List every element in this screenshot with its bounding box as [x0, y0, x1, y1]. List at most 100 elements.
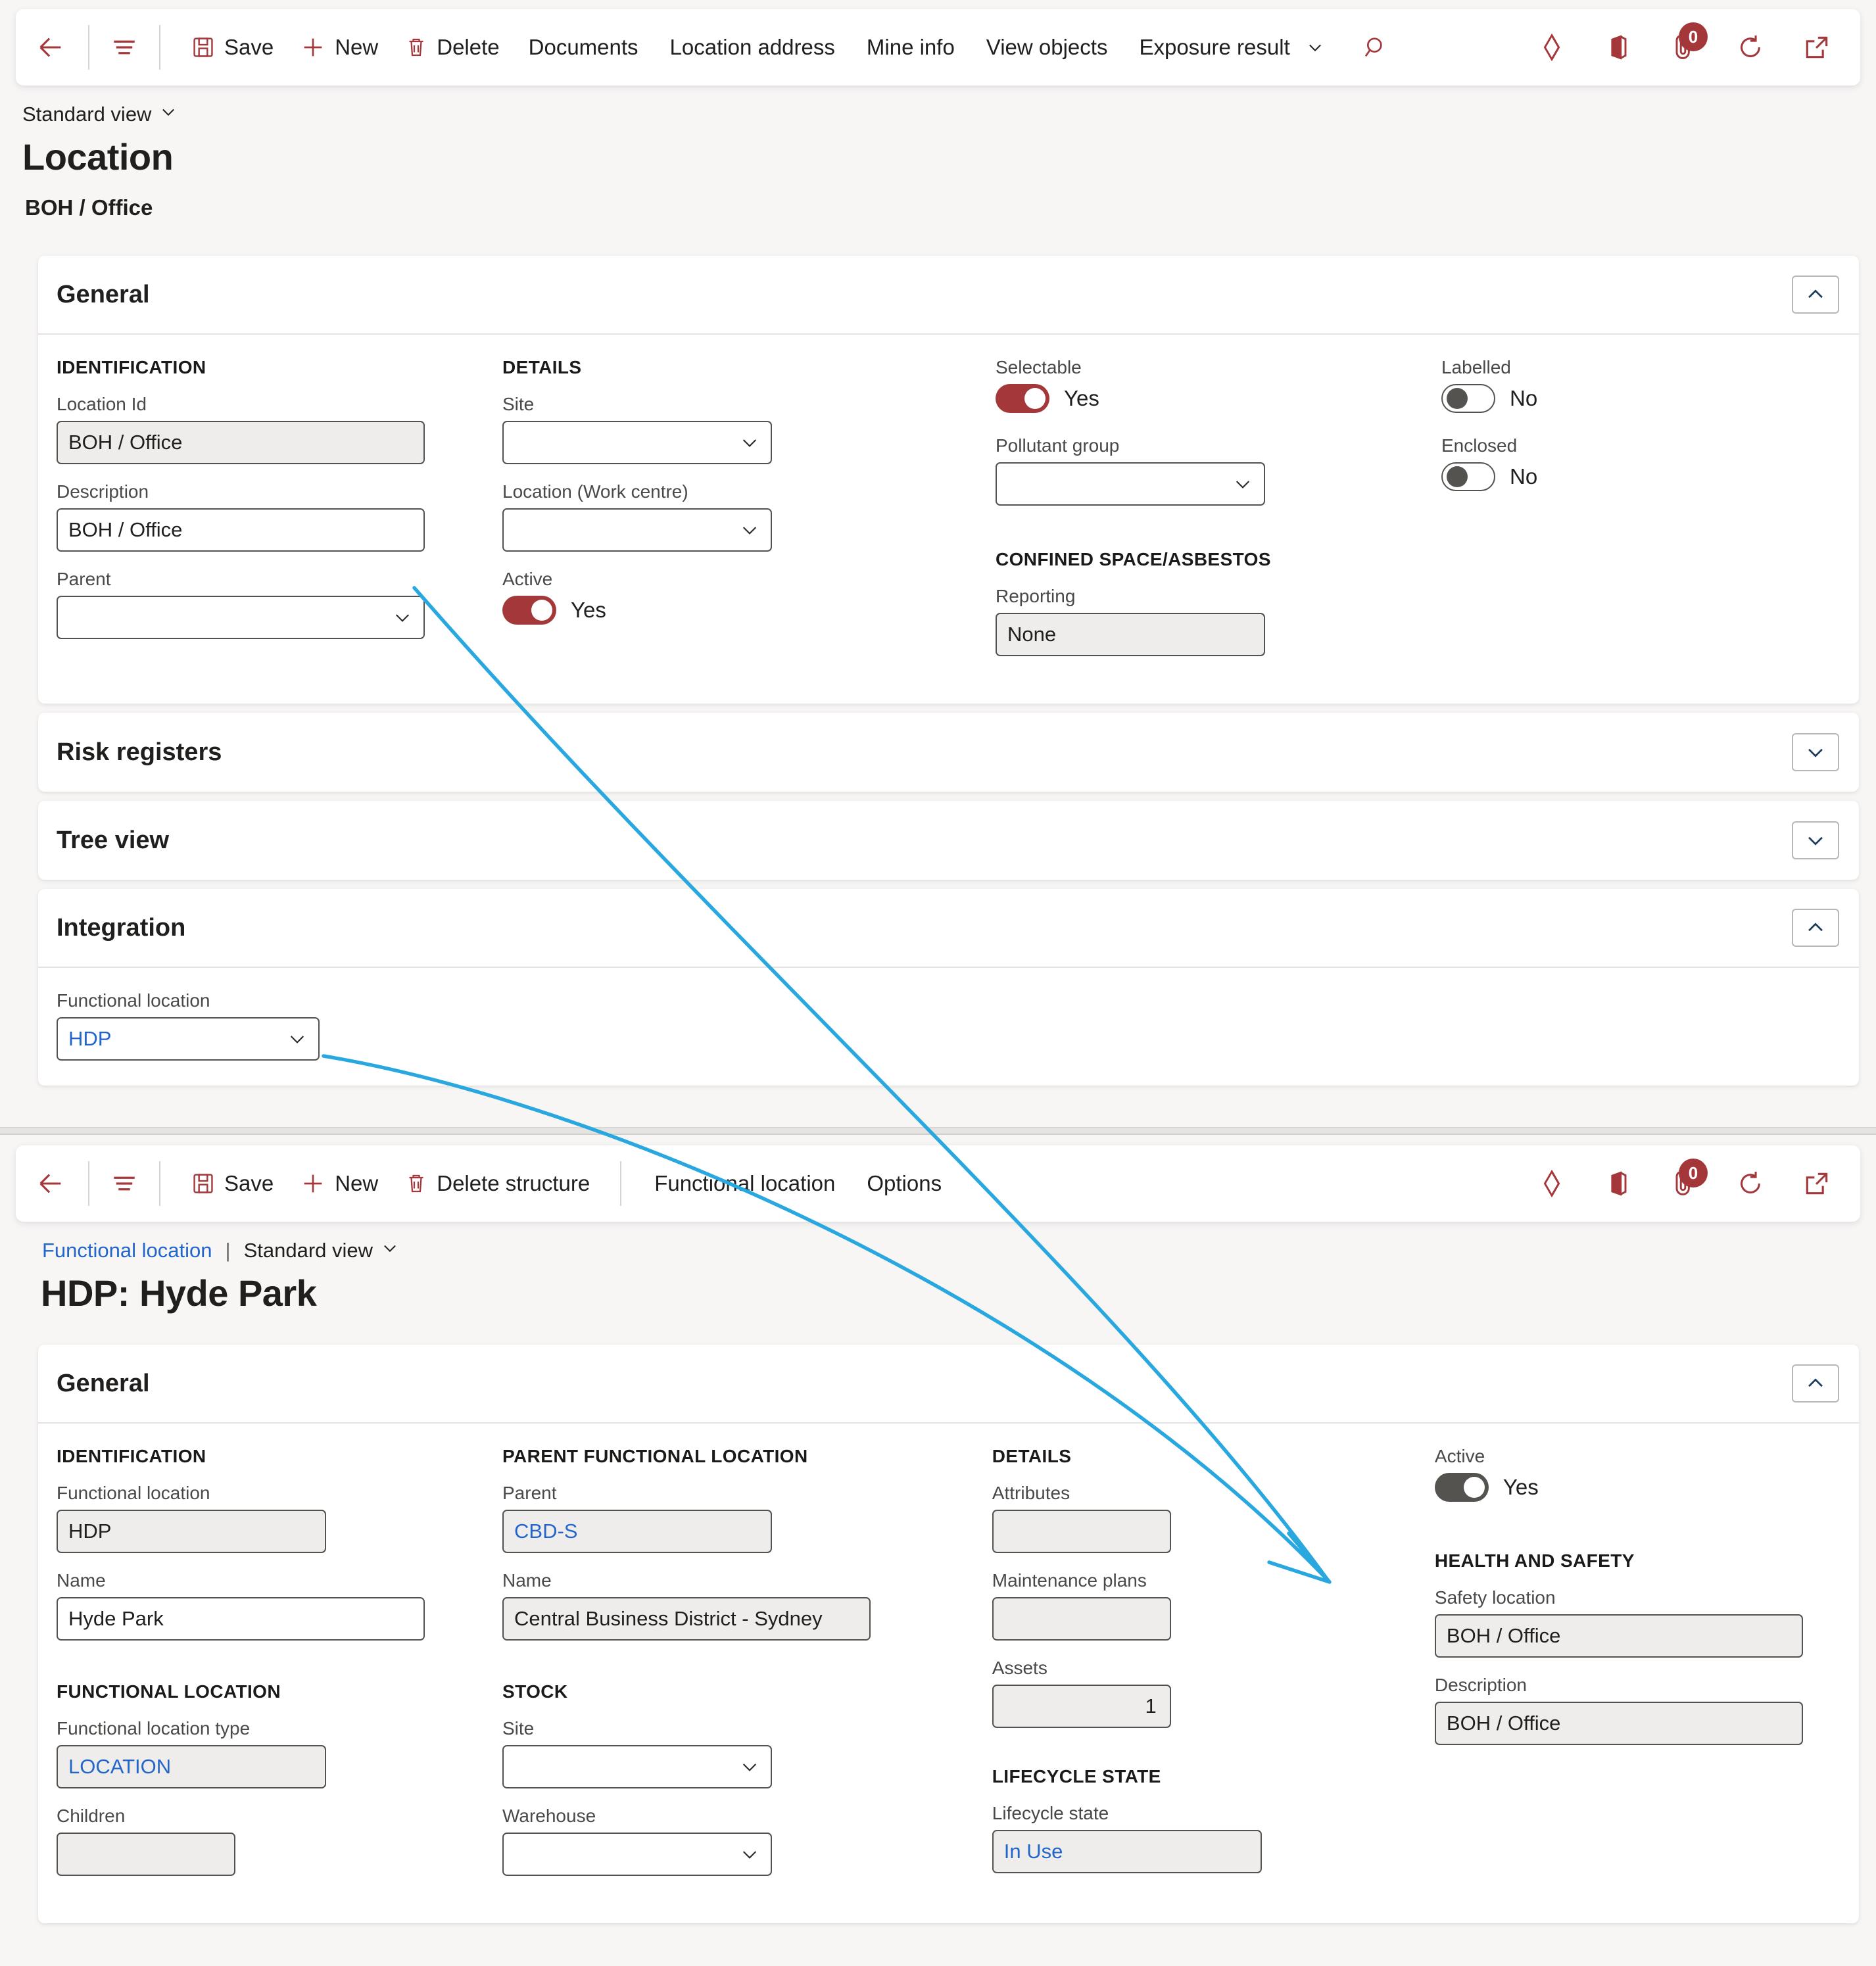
attributes-input[interactable] [992, 1510, 1171, 1553]
attachment-icon[interactable]: 0 [1670, 22, 1708, 62]
hamburger-icon[interactable] [107, 27, 142, 68]
children-input[interactable] [57, 1833, 235, 1876]
exposure-result-button[interactable]: Exposure result [1123, 26, 1339, 69]
chevron-down-icon [381, 1239, 399, 1262]
location-address-button[interactable]: Location address [654, 26, 851, 69]
lifecycle-state-input[interactable]: In Use [992, 1830, 1262, 1873]
work-centre-label: Location (Work centre) [502, 481, 688, 502]
page-title: HDP: Hyde Park [41, 1272, 317, 1314]
functional-location-button[interactable]: Functional location [638, 1162, 851, 1205]
save-button[interactable]: Save [178, 1162, 287, 1205]
hamburger-icon[interactable] [107, 1163, 142, 1204]
collapse-general-button[interactable] [1792, 1364, 1839, 1403]
active-toggle[interactable] [502, 596, 556, 625]
expand-risk-registers-button[interactable] [1792, 733, 1839, 771]
view-objects-label: View objects [986, 35, 1108, 59]
collapse-integration-button[interactable] [1792, 909, 1839, 947]
active-field: Active Yes [502, 569, 936, 625]
save-button[interactable]: Save [178, 26, 287, 69]
relationships-icon[interactable] [1537, 1168, 1567, 1199]
name-input[interactable]: Hyde Park [57, 1597, 425, 1641]
maintenance-plans-label: Maintenance plans [992, 1570, 1147, 1591]
breadcrumb-separator: | [225, 1239, 231, 1262]
site-dropdown[interactable] [502, 421, 772, 464]
general-section-header[interactable]: General [38, 256, 1859, 335]
trash-icon [404, 1172, 428, 1195]
back-arrow-icon[interactable] [33, 26, 71, 69]
save-label: Save [224, 35, 274, 59]
expand-tree-view-button[interactable] [1792, 821, 1839, 859]
open-in-new-window-icon[interactable] [1802, 1169, 1831, 1198]
integration-header[interactable]: Integration [38, 889, 1859, 968]
parent-input[interactable]: CBD-S [502, 1510, 772, 1553]
attachment-count-badge: 0 [1679, 1159, 1708, 1187]
documents-button[interactable]: Documents [513, 26, 654, 69]
toolbar-divider-1 [88, 25, 89, 70]
delete-button[interactable]: Delete [391, 26, 512, 69]
selectable-toggle[interactable] [996, 384, 1049, 413]
assets-label: Assets [992, 1658, 1047, 1678]
view-objects-button[interactable]: View objects [971, 26, 1124, 69]
view-selector-bottom[interactable]: Standard view [244, 1239, 399, 1262]
active-label: Active [502, 569, 553, 589]
chevron-down-icon [392, 607, 413, 628]
work-centre-dropdown[interactable] [502, 508, 772, 552]
view-selector-top[interactable]: Standard view [22, 103, 178, 126]
refresh-icon[interactable] [1735, 1168, 1766, 1199]
breadcrumb-functional-location-link[interactable]: Functional location [42, 1239, 212, 1262]
relationships-icon[interactable] [1537, 32, 1567, 62]
mine-info-label: Mine info [866, 35, 955, 59]
integration-title: Integration [57, 913, 186, 942]
active-toggle[interactable] [1434, 1473, 1489, 1502]
parent-field: Parent CBD-S [502, 1483, 933, 1553]
delete-label: Delete [437, 35, 500, 59]
new-label: New [335, 1171, 379, 1195]
new-button[interactable]: New [287, 25, 391, 70]
labelled-label: Labelled [1441, 357, 1511, 377]
search-icon [1362, 34, 1389, 60]
functional-location-input[interactable]: HDP [57, 1510, 326, 1553]
labelled-toggle[interactable] [1441, 384, 1495, 413]
site-field: Site [502, 394, 936, 464]
toolbar-divider-1 [88, 1161, 89, 1206]
functional-location-type-input[interactable]: LOCATION [57, 1745, 326, 1788]
enclosed-toggle[interactable] [1441, 462, 1495, 491]
new-button[interactable]: New [287, 1161, 391, 1206]
refresh-icon[interactable] [1735, 32, 1766, 62]
page-title: Location [22, 136, 174, 178]
warehouse-dropdown[interactable] [502, 1833, 772, 1876]
labelled-field: Labelled No [1441, 357, 1718, 413]
attachment-icon[interactable]: 0 [1670, 1159, 1708, 1198]
office-app-icon[interactable] [1604, 33, 1633, 62]
open-in-new-window-icon[interactable] [1802, 33, 1831, 62]
office-app-icon[interactable] [1604, 1169, 1633, 1198]
save-label: Save [224, 1171, 274, 1195]
back-arrow-icon[interactable] [33, 1162, 71, 1205]
pollutant-group-dropdown[interactable] [996, 462, 1265, 506]
active-label: Active [1434, 1446, 1485, 1466]
general-section-header-bottom[interactable]: General [38, 1345, 1859, 1424]
assets-input[interactable]: 1 [992, 1685, 1171, 1728]
parent-dropdown[interactable] [57, 596, 425, 639]
functional-location-group: Functional location HDP [57, 990, 320, 1061]
parent-name-input[interactable]: Central Business District - Sydney [502, 1597, 871, 1641]
description-label: Description [57, 481, 149, 502]
delete-structure-button[interactable]: Delete structure [391, 1162, 603, 1205]
mine-info-button[interactable]: Mine info [851, 26, 971, 69]
reporting-input[interactable]: None [996, 613, 1265, 656]
description-input[interactable]: BOH / Office [57, 508, 425, 552]
options-button[interactable]: Options [851, 1162, 957, 1205]
tree-view-header[interactable]: Tree view [38, 801, 1859, 880]
view-selector-label: Standard view [243, 1239, 373, 1262]
search-button[interactable] [1340, 25, 1402, 70]
maintenance-plans-input[interactable] [992, 1597, 1171, 1641]
hs-description-input[interactable]: BOH / Office [1434, 1702, 1803, 1745]
integration-functional-location-dropdown[interactable]: HDP [57, 1017, 320, 1061]
risk-registers-header[interactable]: Risk registers [38, 713, 1859, 792]
location-id-input[interactable]: BOH / Office [57, 421, 425, 464]
stock-site-dropdown[interactable] [502, 1745, 772, 1788]
identification-heading: IDENTIFICATION [57, 357, 206, 377]
collapse-general-button[interactable] [1792, 276, 1839, 314]
location-address-label: Location address [669, 35, 835, 59]
safety-location-input[interactable]: BOH / Office [1434, 1614, 1803, 1658]
